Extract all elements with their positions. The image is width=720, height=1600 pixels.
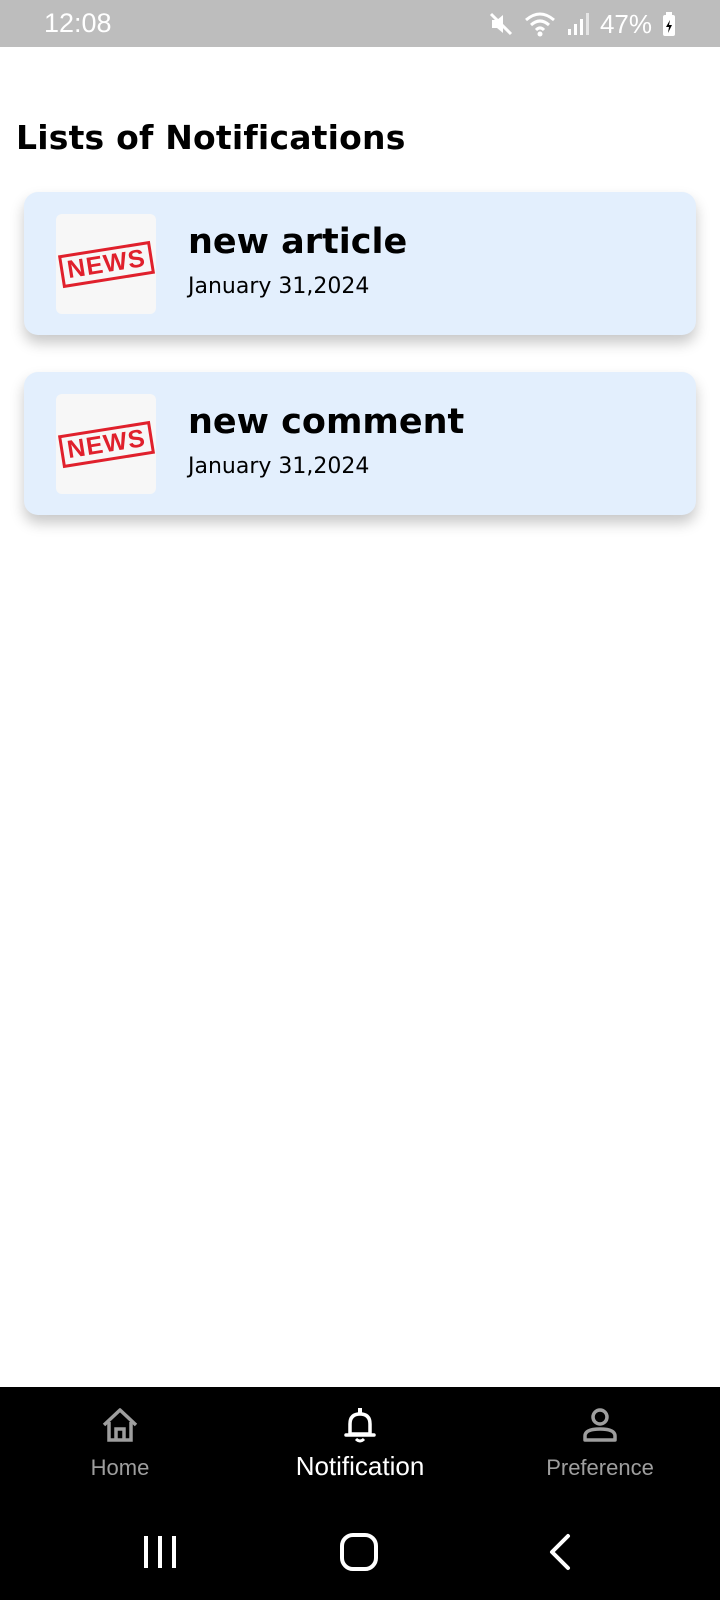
news-stamp-logo: NEWS [57, 420, 155, 468]
notification-title: new comment [188, 402, 465, 442]
status-time: 12:08 [44, 8, 112, 38]
nav-item-home[interactable]: Home [0, 1387, 240, 1504]
nav-item-notification[interactable]: Notification [240, 1387, 480, 1504]
page-title: Lists of Notifications [16, 118, 406, 157]
home-circle-icon[interactable] [338, 1530, 382, 1574]
wifi-icon [524, 11, 556, 37]
nav-item-preference[interactable]: Preference [480, 1387, 720, 1504]
bottom-navigation: Home Notification Preference [0, 1387, 720, 1504]
person-icon [580, 1405, 620, 1445]
home-icon [100, 1405, 140, 1445]
nav-label-home: Home [90, 1455, 150, 1480]
status-icons: 47% [488, 6, 676, 42]
mute-icon [488, 11, 514, 37]
notification-date: January 31,2024 [188, 274, 370, 299]
battery-icon [662, 11, 676, 37]
nav-label-notification: Notification [295, 1451, 425, 1481]
nav-label-preference: Preference [546, 1455, 654, 1480]
recent-apps-icon[interactable] [138, 1530, 182, 1574]
news-thumbnail: NEWS [56, 394, 156, 494]
news-thumbnail: NEWS [56, 214, 156, 314]
system-navigation-bar [0, 1504, 720, 1600]
notification-date: January 31,2024 [188, 454, 370, 479]
notification-card[interactable]: NEWS new article January 31,2024 [24, 192, 696, 335]
bell-icon [340, 1405, 380, 1445]
back-icon[interactable] [540, 1530, 584, 1574]
status-bar: 12:08 47% [0, 0, 720, 47]
notification-card[interactable]: NEWS new comment January 31,2024 [24, 372, 696, 515]
notification-title: new article [188, 222, 408, 262]
signal-icon [566, 11, 590, 37]
news-stamp-logo: NEWS [57, 240, 155, 288]
battery-level: 47% [599, 8, 652, 39]
